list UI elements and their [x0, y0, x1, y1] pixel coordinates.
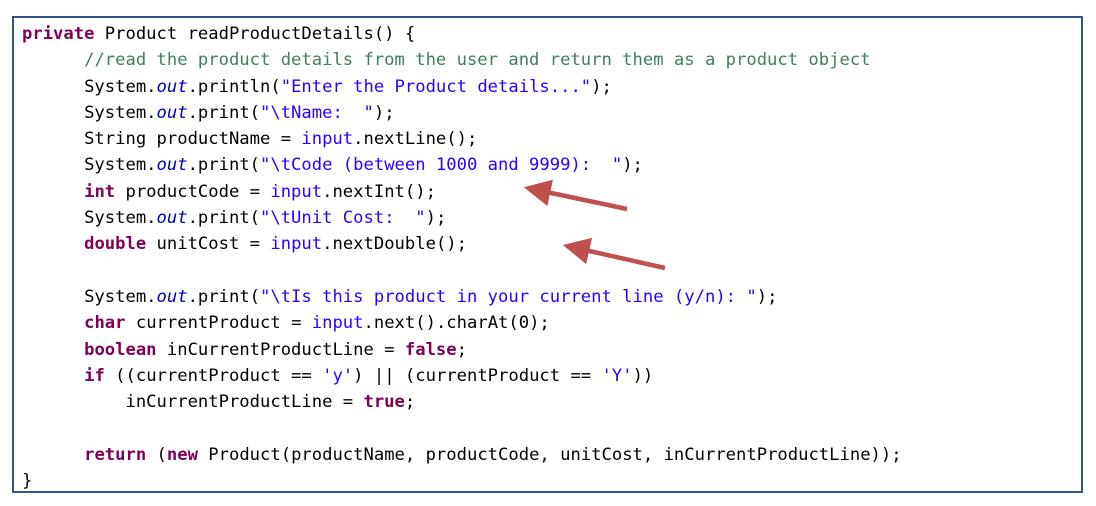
- code-token: out: [156, 286, 188, 307]
- code-token: //read the product details from the user…: [84, 50, 871, 71]
- code-token: .next().charAt(0);: [363, 313, 550, 334]
- code-line: String productName = input.nextLine();: [22, 126, 902, 152]
- code-token: "\tCode (between 1000 and 9999): ": [260, 155, 623, 176]
- code-token: System.: [22, 208, 157, 229]
- code-token: "\tName: ": [260, 102, 374, 123]
- code-token: .print(: [187, 155, 261, 176]
- code-token: .nextDouble();: [322, 234, 467, 255]
- code-token: }: [22, 471, 33, 492]
- code-token: input: [270, 181, 323, 202]
- code-token: Product readProductDetails() {: [94, 24, 416, 44]
- code-token: Product(productName, productCode, unitCo…: [197, 444, 902, 465]
- code-token: .print(: [187, 102, 261, 123]
- code-line: System.out.print("\tCode (between 1000 a…: [22, 152, 902, 178]
- code-token: out: [156, 155, 188, 176]
- code-token: out: [156, 76, 188, 97]
- code-token: (: [146, 444, 167, 465]
- code-token: System.: [22, 102, 157, 123]
- code-token: System.: [22, 155, 157, 176]
- code-token: 'Y': [601, 365, 633, 386]
- code-line: System.out.print("\tName: ");: [22, 100, 902, 126]
- code-token: );: [425, 208, 447, 229]
- code-token: out: [156, 208, 188, 229]
- code-token: .nextLine();: [353, 129, 478, 150]
- code-line: if ((currentProduct == 'y') || (currentP…: [22, 363, 902, 389]
- code-line: char currentProduct = input.next().charA…: [22, 310, 902, 336]
- code-token: private: [22, 24, 95, 44]
- code-token: input: [311, 313, 364, 334]
- code-token: ((currentProduct ==: [104, 365, 323, 386]
- code-line: //read the product details from the user…: [22, 47, 902, 73]
- code-token: ;: [404, 392, 416, 413]
- code-token: ;: [456, 339, 467, 360]
- code-token: double: [84, 234, 147, 255]
- code-token: "Enter the Product details...": [280, 76, 592, 97]
- code-token: "\tIs this product in your current line …: [260, 286, 757, 307]
- code-token: 'y': [322, 365, 354, 386]
- code-token: .println(: [187, 76, 281, 97]
- code-token: );: [622, 155, 643, 176]
- code-token: boolean: [84, 339, 157, 360]
- code-token: input: [270, 234, 323, 255]
- code-token: );: [373, 102, 395, 123]
- code-token: new: [166, 444, 198, 465]
- code-snippet-frame: private Product readProductDetails() { /…: [12, 16, 1083, 493]
- code-token: return: [84, 444, 147, 465]
- code-line: inCurrentProductLine = true;: [22, 389, 902, 415]
- code-line: System.out.print("\tIs this product in y…: [22, 284, 902, 310]
- code-line: int productCode = input.nextInt();: [22, 179, 902, 205]
- code-token: true: [363, 392, 405, 413]
- code-token: currentProduct =: [125, 313, 312, 334]
- code-token: ) || (currentProduct ==: [353, 365, 602, 386]
- code-token: out: [156, 102, 188, 123]
- code-token: productCode =: [115, 181, 271, 202]
- code-line: private Product readProductDetails() {: [22, 21, 902, 47]
- code-line: System.out.println("Enter the Product de…: [22, 74, 902, 100]
- code-token: inCurrentProductLine =: [22, 392, 364, 413]
- code-token: "\tUnit Cost: ": [260, 208, 426, 229]
- code-token: int: [84, 181, 116, 202]
- code-line: double unitCost = input.nextDouble();: [22, 231, 902, 257]
- code-token: System.: [22, 286, 157, 307]
- code-token: if: [84, 365, 105, 386]
- code-line: return (new Product(productName, product…: [22, 442, 902, 468]
- code-token: )): [632, 365, 654, 386]
- code-token: char: [84, 313, 126, 334]
- code-token: false: [404, 339, 457, 360]
- code-line: }: [22, 468, 902, 494]
- code-token: .print(: [187, 208, 261, 229]
- code-token: unitCost =: [146, 234, 271, 255]
- code-token: .print(: [187, 286, 261, 307]
- code-token: );: [756, 286, 778, 307]
- code-token: inCurrentProductLine =: [156, 339, 405, 360]
- code-token: .nextInt();: [322, 181, 436, 202]
- code-line: boolean inCurrentProductLine = false;: [22, 337, 902, 363]
- code-token: System.: [22, 76, 157, 97]
- code-line: System.out.print("\tUnit Cost: ");: [22, 205, 902, 231]
- code-block: private Product readProductDetails() { /…: [22, 21, 902, 494]
- code-token: );: [591, 76, 612, 97]
- code-token: input: [301, 129, 354, 150]
- code-token: String productName =: [22, 129, 302, 150]
